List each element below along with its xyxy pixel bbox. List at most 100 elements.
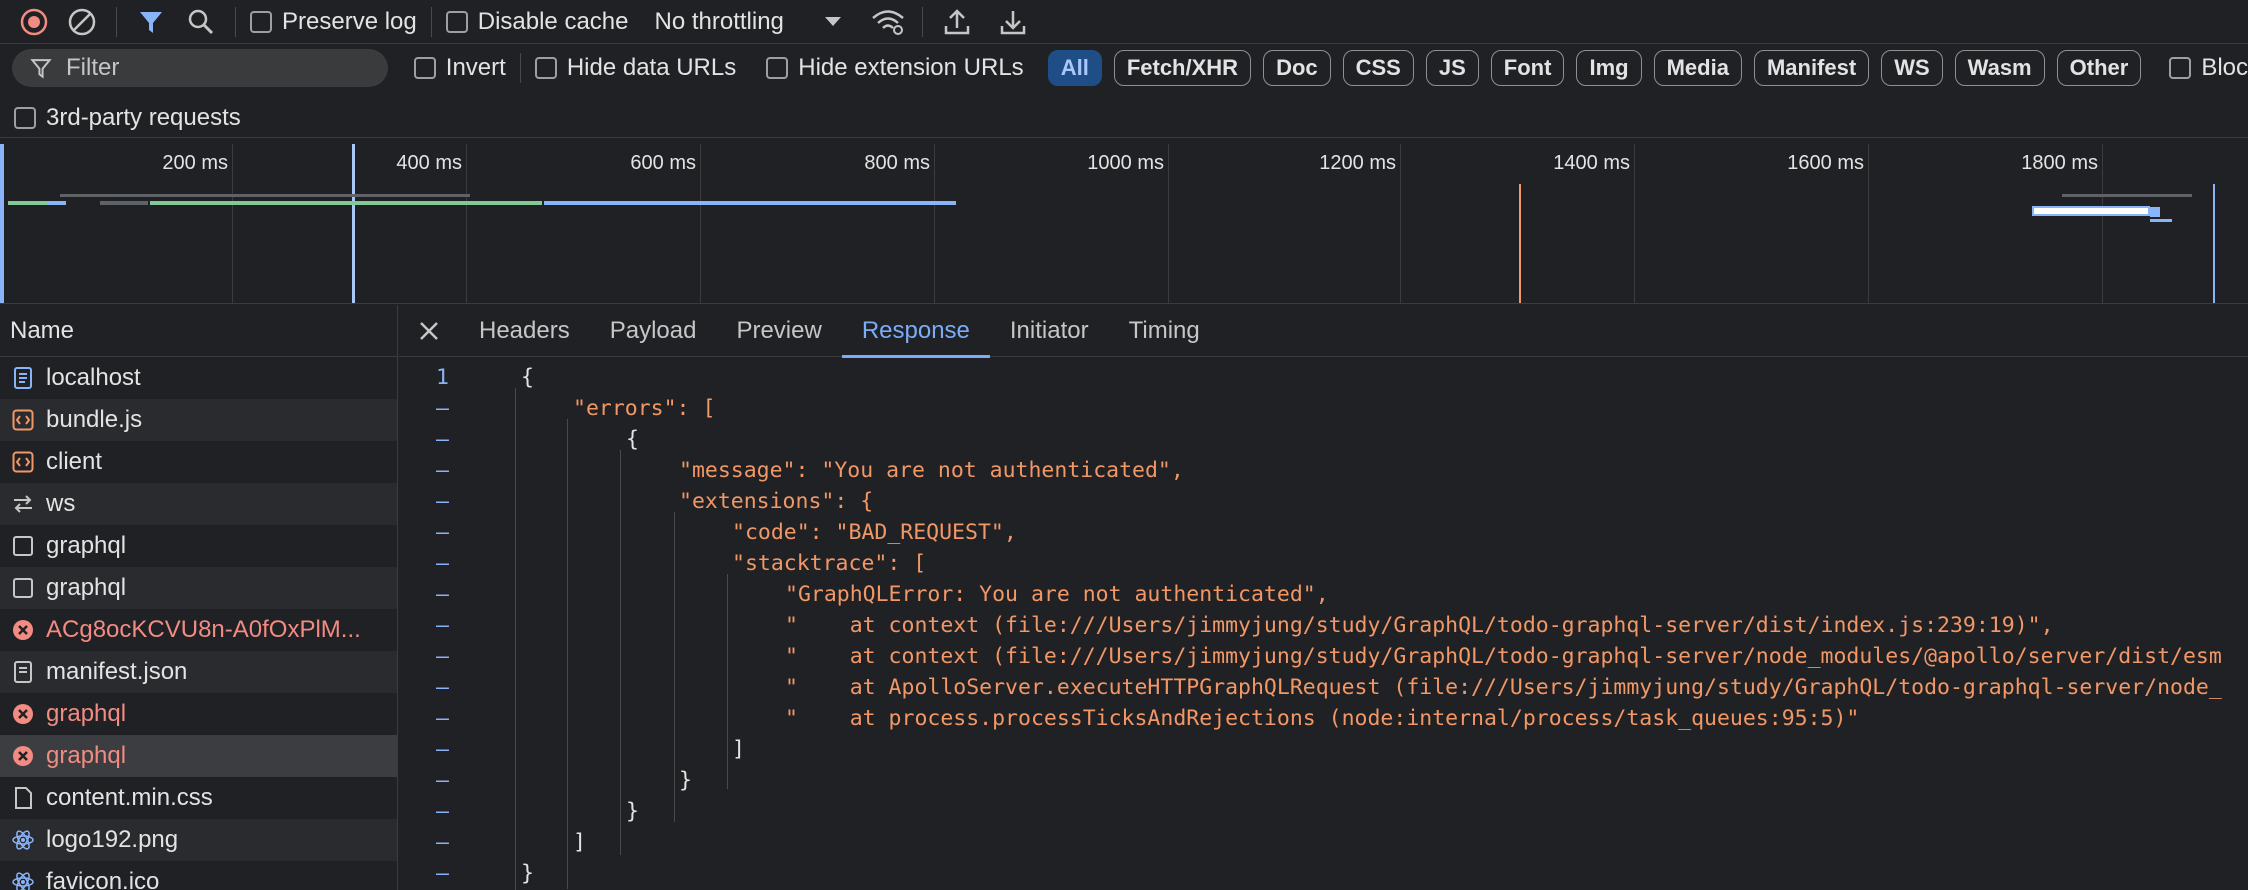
waterfall-bar: [2150, 207, 2160, 217]
fold-marker[interactable]: –: [399, 737, 475, 762]
type-filter-css[interactable]: CSS: [1342, 50, 1414, 86]
export-har-icon[interactable]: [993, 2, 1033, 42]
code-text: " at context (file:///Users/jimmyjung/st…: [785, 613, 2054, 638]
name-column-header[interactable]: Name: [0, 305, 397, 357]
request-row[interactable]: content.min.css: [0, 777, 397, 819]
timeline-overview[interactable]: 200 ms 400 ms 600 ms 800 ms 1000 ms 1200…: [0, 144, 2248, 304]
type-filter-media[interactable]: Media: [1653, 50, 1742, 86]
code-text: " at context (file:///Users/jimmyjung/st…: [785, 644, 2222, 669]
type-filter-fetch-xhr[interactable]: Fetch/XHR: [1113, 50, 1252, 86]
tick-line: [232, 144, 233, 303]
fetch-icon: [12, 577, 34, 599]
fold-marker[interactable]: –: [399, 582, 475, 607]
search-icon[interactable]: [181, 2, 221, 42]
checkbox-box[interactable]: [250, 10, 272, 33]
import-har-icon[interactable]: [937, 2, 977, 42]
resource-type-filters: All Fetch/XHR Doc CSS JS Font Img Media …: [1047, 50, 2154, 86]
request-name: content.min.css: [46, 784, 213, 811]
waterfall-bar: [100, 201, 148, 205]
request-row[interactable]: ws: [0, 483, 397, 525]
fold-marker[interactable]: –: [399, 458, 475, 483]
hide-data-urls-checkbox[interactable]: Hide data URLs: [534, 54, 736, 82]
hide-extension-urls-label: Hide extension URLs: [798, 54, 1024, 81]
timeline-marker: [2213, 184, 2215, 303]
type-filter-doc[interactable]: Doc: [1263, 50, 1331, 86]
request-row[interactable]: localhost: [0, 357, 397, 399]
indent-guide: [620, 450, 621, 855]
preserve-log-checkbox[interactable]: Preserve log: [250, 8, 417, 36]
request-row[interactable]: graphql: [0, 693, 397, 735]
fold-marker[interactable]: –: [399, 489, 475, 514]
request-name: bundle.js: [46, 406, 143, 433]
filter-icon[interactable]: [131, 2, 171, 42]
script-icon: [12, 409, 34, 431]
checkbox-box[interactable]: [766, 57, 789, 79]
load-event-marker: [1519, 184, 1521, 303]
fold-marker[interactable]: –: [399, 551, 475, 576]
toolbar-divider: [921, 6, 923, 37]
type-filter-wasm[interactable]: Wasm: [1954, 50, 2045, 86]
request-row[interactable]: favicon.ico: [0, 861, 397, 890]
tab-payload[interactable]: Payload: [590, 305, 717, 357]
invert-checkbox[interactable]: Invert: [413, 54, 506, 82]
fold-marker[interactable]: –: [399, 644, 475, 669]
third-party-checkbox[interactable]: 3rd-party requests: [14, 104, 241, 132]
tick-label: 400 ms: [396, 152, 462, 174]
tab-headers[interactable]: Headers: [459, 305, 590, 357]
blocked-requests-label: Bloc: [2201, 54, 2248, 81]
tab-initiator[interactable]: Initiator: [990, 305, 1109, 357]
request-row[interactable]: bundle.js: [0, 399, 397, 441]
type-filter-font[interactable]: Font: [1490, 50, 1565, 86]
request-list: Name localhost bundle.js client ws graphql gr…: [0, 305, 398, 890]
network-conditions-icon[interactable]: [868, 2, 908, 42]
fold-marker[interactable]: –: [399, 427, 475, 452]
filter-placeholder: Filter: [66, 54, 120, 81]
manifest-icon: [12, 661, 34, 683]
clear-icon[interactable]: [62, 2, 102, 42]
type-filter-all[interactable]: All: [1047, 50, 1102, 86]
checkbox-box[interactable]: [534, 57, 557, 79]
tab-response[interactable]: Response: [841, 305, 990, 358]
invert-label: Invert: [445, 54, 506, 81]
fold-marker[interactable]: –: [399, 706, 475, 731]
request-row[interactable]: manifest.json: [0, 651, 397, 693]
waterfall-bar: [2062, 194, 2192, 197]
request-row[interactable]: graphql: [0, 525, 397, 567]
fold-marker[interactable]: –: [399, 768, 475, 793]
type-filter-js[interactable]: JS: [1425, 50, 1479, 86]
selection-handle-left[interactable]: [0, 144, 4, 303]
close-icon[interactable]: [399, 305, 459, 357]
response-body[interactable]: 1 { – "errors": [ – { – "message": "You …: [399, 362, 2248, 890]
fold-marker[interactable]: –: [399, 675, 475, 700]
tab-timing[interactable]: Timing: [1109, 305, 1220, 357]
fold-marker[interactable]: –: [399, 830, 475, 855]
fold-marker[interactable]: –: [399, 861, 475, 886]
request-row[interactable]: client: [0, 441, 397, 483]
fold-marker[interactable]: –: [399, 799, 475, 824]
checkbox-box[interactable]: [14, 106, 36, 129]
request-row[interactable]: ACg8ocKCVU8n-A0fOxPlM...: [0, 609, 397, 651]
type-filter-other[interactable]: Other: [2056, 50, 2142, 86]
tab-preview[interactable]: Preview: [716, 305, 841, 357]
blocked-requests-checkbox[interactable]: Bloc: [2169, 54, 2248, 82]
filter-input[interactable]: Filter: [12, 49, 388, 87]
record-stop-icon[interactable]: [14, 2, 54, 42]
fold-marker[interactable]: –: [399, 520, 475, 545]
fold-marker[interactable]: –: [399, 396, 475, 421]
checkbox-box[interactable]: [2169, 57, 2192, 79]
indent-guide: [515, 388, 516, 890]
type-filter-ws[interactable]: WS: [1881, 50, 1943, 86]
fold-marker[interactable]: –: [399, 613, 475, 638]
type-filter-manifest[interactable]: Manifest: [1753, 50, 1870, 86]
checkbox-box[interactable]: [413, 57, 436, 79]
code-text: ]: [732, 737, 745, 762]
throttling-select[interactable]: No throttling: [654, 8, 841, 36]
type-filter-img[interactable]: Img: [1576, 50, 1642, 86]
request-row[interactable]: logo192.png: [0, 819, 397, 861]
request-row[interactable]: graphql: [0, 567, 397, 609]
disable-cache-checkbox[interactable]: Disable cache: [445, 8, 628, 36]
request-name: localhost: [46, 364, 141, 391]
hide-extension-urls-checkbox[interactable]: Hide extension URLs: [766, 54, 1024, 82]
request-row[interactable]: graphql: [0, 735, 397, 777]
checkbox-box[interactable]: [445, 10, 468, 33]
